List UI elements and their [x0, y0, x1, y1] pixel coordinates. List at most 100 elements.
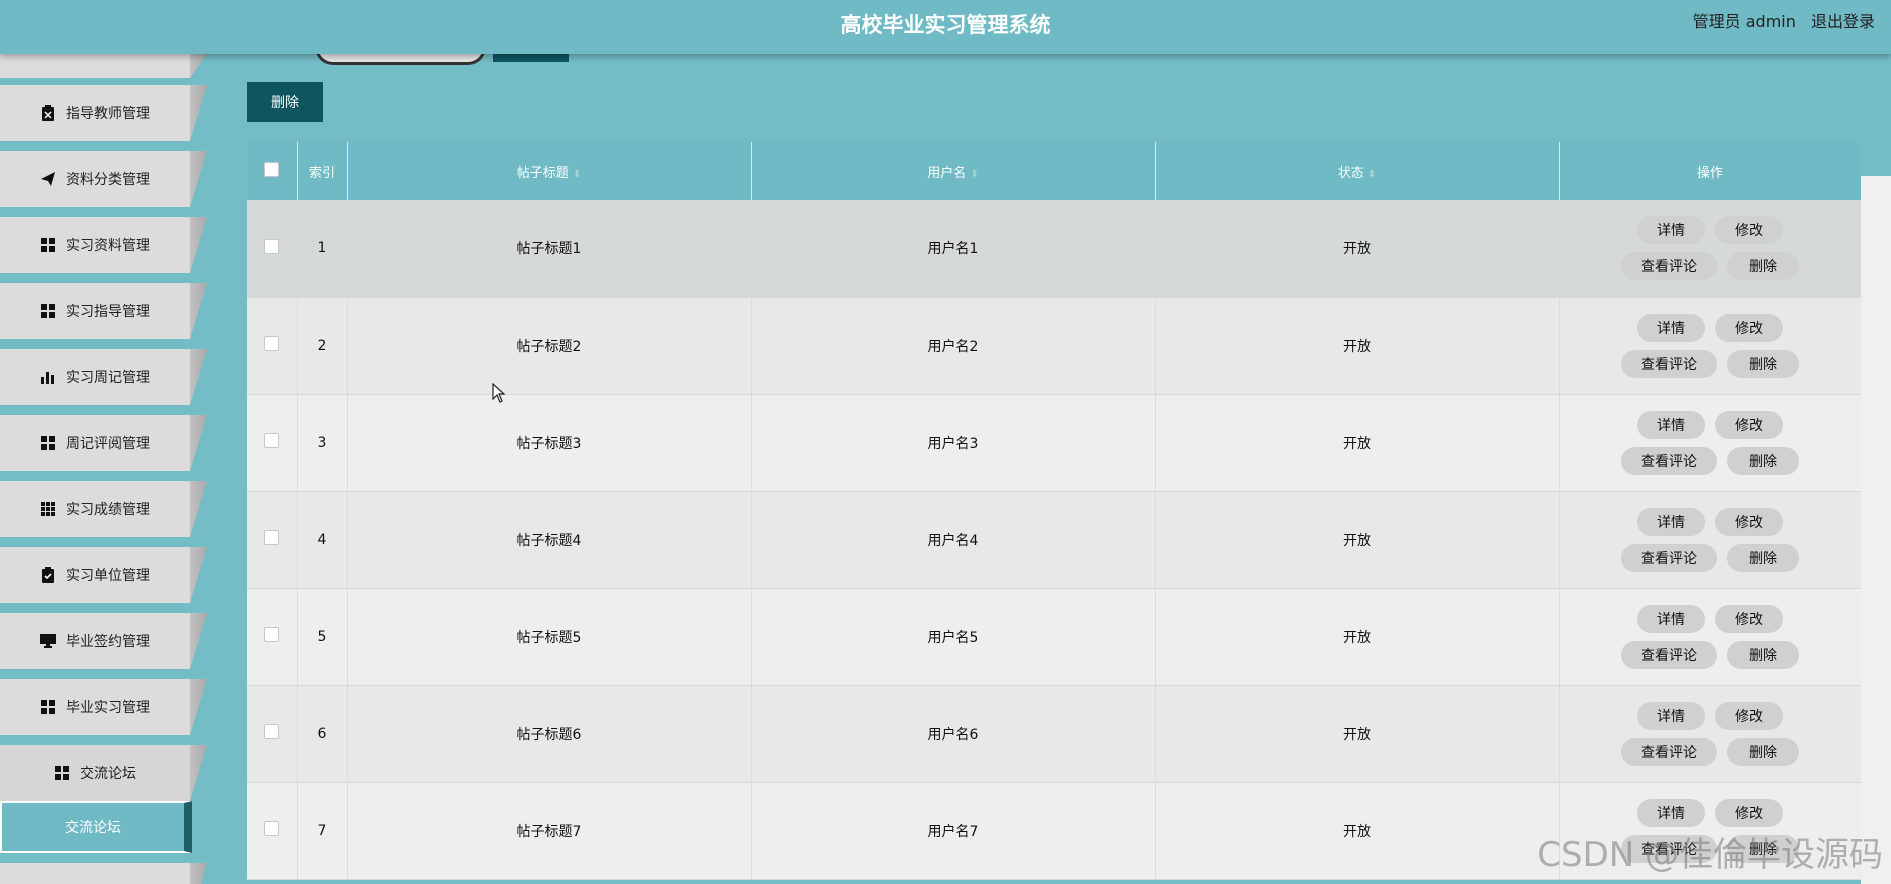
- row-select-cell[interactable]: [247, 588, 298, 686]
- grid-nine-icon: [40, 501, 56, 517]
- table-header: 索引 帖子标题 ⬍ 用户名 ⬍ 状态 ⬍ 操作: [247, 142, 1861, 200]
- view-comments-button[interactable]: 查看评论: [1621, 349, 1717, 378]
- row-checkbox[interactable]: [264, 821, 280, 836]
- row-actions: 详情 修改查看评论 删除: [1559, 685, 1861, 783]
- select-all-checkbox[interactable]: [264, 161, 280, 177]
- sort-icon[interactable]: ⬍: [970, 169, 978, 180]
- view-comments-button[interactable]: 查看评论: [1621, 543, 1717, 572]
- row-index: 3: [297, 394, 348, 492]
- detail-button[interactable]: 详情: [1637, 313, 1705, 342]
- row-select-cell[interactable]: [247, 491, 298, 589]
- row-actions: 详情 修改查看评论 删除: [1559, 394, 1861, 492]
- row-select-cell[interactable]: [247, 200, 298, 298]
- detail-button[interactable]: 详情: [1637, 798, 1705, 827]
- sidebar-subitem-forum[interactable]: 交流论坛: [0, 801, 192, 853]
- row-checkbox[interactable]: [264, 433, 280, 448]
- row-actions: 详情 修改查看评论 删除: [1559, 491, 1861, 589]
- row-status: 开放: [1155, 394, 1560, 492]
- sidebar-item-scores[interactable]: 实习成绩管理: [0, 481, 190, 537]
- row-checkbox[interactable]: [264, 336, 280, 351]
- view-comments-button[interactable]: 查看评论: [1621, 737, 1717, 766]
- sidebar-item-teacher[interactable]: 指导教师管理: [0, 85, 190, 141]
- row-checkbox[interactable]: [264, 724, 280, 739]
- sidebar-item-weekly[interactable]: 实习周记管理: [0, 349, 190, 405]
- batch-delete-button[interactable]: 删除: [247, 82, 323, 122]
- row-title: 帖子标题3: [347, 394, 752, 492]
- edit-button[interactable]: 修改: [1715, 701, 1783, 730]
- view-comments-button[interactable]: 查看评论: [1621, 446, 1717, 475]
- row-title: 帖子标题6: [347, 685, 752, 783]
- view-comments-button[interactable]: 查看评论: [1621, 640, 1717, 669]
- row-username: 用户名3: [751, 394, 1156, 492]
- sidebar-item-guidance[interactable]: 实习指导管理: [0, 283, 190, 339]
- sidebar-item-review[interactable]: 周记评阅管理: [0, 415, 190, 471]
- detail-button[interactable]: 详情: [1637, 604, 1705, 633]
- sidebar-item-label: 实习指导管理: [66, 304, 150, 320]
- sidebar-item-partial-bottom[interactable]: [0, 863, 190, 884]
- sidebar-item-label: 资料分类管理: [66, 172, 150, 188]
- table-row: 6 帖子标题6 用户名6 开放 详情 修改 查看评论 删除: [247, 685, 1861, 783]
- sidebar-item-contract[interactable]: 毕业签约管理: [0, 613, 190, 669]
- row-status: 开放: [1155, 491, 1560, 589]
- detail-button[interactable]: 详情: [1637, 410, 1705, 439]
- sidebar-item-label: 实习成绩管理: [66, 502, 150, 518]
- column-header-status[interactable]: 状态 ⬍: [1155, 142, 1560, 200]
- user-area: 管理员 admin 退出登录: [1693, 0, 1875, 44]
- row-username: 用户名5: [751, 588, 1156, 686]
- column-header-username[interactable]: 用户名 ⬍: [751, 142, 1156, 200]
- row-title: 帖子标题7: [347, 782, 752, 880]
- select-all-cell[interactable]: [247, 142, 298, 200]
- grid-icon: [40, 435, 56, 451]
- grid-icon: [54, 765, 70, 781]
- clipboard-icon: [40, 105, 56, 121]
- logout-link[interactable]: 退出登录: [1811, 12, 1875, 31]
- table-row: 4 帖子标题4 用户名4 开放 详情 修改 查看评论 删除: [247, 491, 1861, 589]
- row-title: 帖子标题1: [347, 200, 752, 298]
- row-checkbox[interactable]: [264, 627, 280, 642]
- detail-button[interactable]: 详情: [1637, 701, 1705, 730]
- row-username: 用户名4: [751, 491, 1156, 589]
- sidebar-item-category[interactable]: 资料分类管理: [0, 151, 190, 207]
- row-select-cell[interactable]: [247, 297, 298, 395]
- row-username: 用户名1: [751, 200, 1156, 298]
- row-delete-button[interactable]: 删除: [1727, 252, 1799, 281]
- grid-icon: [40, 303, 56, 319]
- sidebar-item-internship[interactable]: 毕业实习管理: [0, 679, 190, 735]
- sort-icon[interactable]: ⬍: [1368, 169, 1376, 180]
- row-checkbox[interactable]: [264, 530, 280, 545]
- detail-button[interactable]: 详情: [1637, 216, 1705, 245]
- row-delete-button[interactable]: 删除: [1727, 640, 1799, 669]
- edit-button[interactable]: 修改: [1715, 410, 1783, 439]
- row-select-cell[interactable]: [247, 394, 298, 492]
- sidebar-subitem-label: 交流论坛: [65, 820, 121, 836]
- row-actions: 详情 修改查看评论 删除: [1559, 588, 1861, 686]
- sidebar-item-label: 指导教师管理: [66, 106, 150, 122]
- row-checkbox[interactable]: [264, 238, 280, 254]
- edit-button[interactable]: 修改: [1715, 604, 1783, 633]
- row-delete-button[interactable]: 删除: [1727, 737, 1799, 766]
- row-status: 开放: [1155, 685, 1560, 783]
- sidebar-item-unit[interactable]: 实习单位管理: [0, 547, 190, 603]
- row-title: 帖子标题4: [347, 491, 752, 589]
- sidebar-item-forum[interactable]: 交流论坛: [0, 745, 190, 801]
- row-title: 帖子标题5: [347, 588, 752, 686]
- row-delete-button[interactable]: 删除: [1727, 349, 1799, 378]
- sidebar-item-materials[interactable]: 实习资料管理: [0, 217, 190, 273]
- edit-button[interactable]: 修改: [1715, 216, 1783, 245]
- edit-button[interactable]: 修改: [1715, 798, 1783, 827]
- sidebar: 指导教师管理 资料分类管理 实习资料管理 实习指导管理 实习周记管理 周记评阅管…: [0, 54, 207, 884]
- sidebar-item-partial[interactable]: [0, 54, 190, 78]
- send-icon: [40, 171, 56, 187]
- row-delete-button[interactable]: 删除: [1727, 446, 1799, 475]
- row-delete-button[interactable]: 删除: [1727, 543, 1799, 572]
- detail-button[interactable]: 详情: [1637, 507, 1705, 536]
- row-select-cell[interactable]: [247, 782, 298, 880]
- search-button-partial[interactable]: [493, 54, 569, 62]
- edit-button[interactable]: 修改: [1715, 313, 1783, 342]
- sort-icon[interactable]: ⬍: [573, 169, 581, 180]
- row-status: 开放: [1155, 297, 1560, 395]
- column-header-title[interactable]: 帖子标题 ⬍: [347, 142, 752, 200]
- view-comments-button[interactable]: 查看评论: [1621, 252, 1717, 281]
- edit-button[interactable]: 修改: [1715, 507, 1783, 536]
- row-select-cell[interactable]: [247, 685, 298, 783]
